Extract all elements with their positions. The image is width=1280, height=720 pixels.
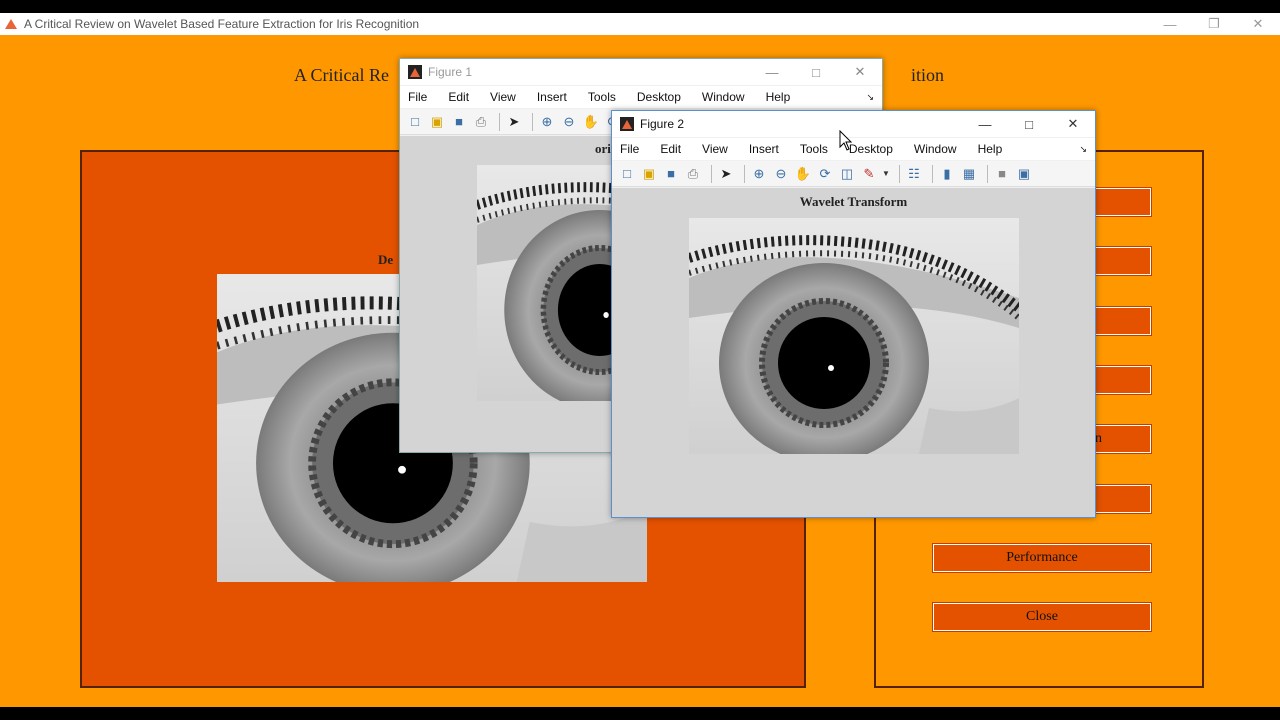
menu-view[interactable]: View [702, 142, 728, 156]
menu-file[interactable]: File [408, 90, 427, 104]
menu-desktop[interactable]: Desktop [849, 142, 893, 156]
save-icon[interactable]: ■ [662, 165, 680, 183]
toolbar-separator [499, 112, 500, 131]
figure-2-canvas: Wavelet Transform [612, 188, 1095, 517]
menu-edit[interactable]: Edit [660, 142, 681, 156]
menu-window[interactable]: Window [914, 142, 957, 156]
figure-2-menubar: File Edit View Insert Tools Desktop Wind… [612, 138, 1095, 160]
toolbar-separator [532, 112, 533, 131]
performance-button[interactable]: Performance [933, 544, 1151, 572]
save-icon[interactable]: ■ [450, 113, 468, 131]
menu-tools[interactable]: Tools [588, 90, 616, 104]
matlab-figure-icon [620, 117, 634, 131]
data-cursor-icon[interactable]: ◫ [838, 165, 856, 183]
brush-dropdown-icon[interactable]: ▼ [882, 165, 890, 183]
maximize-icon[interactable]: □ [794, 59, 838, 85]
open-file-icon[interactable]: ▣ [640, 165, 658, 183]
menu-window[interactable]: Window [702, 90, 745, 104]
rotate-icon[interactable]: ⟳ [816, 165, 834, 183]
pan-icon[interactable]: ✋ [794, 165, 812, 183]
legend-icon[interactable]: ▦ [960, 165, 978, 183]
figure-1-title-bar[interactable]: Figure 1 — □ ✕ [400, 59, 882, 85]
dock-arrow-icon[interactable]: ↘ [866, 92, 874, 103]
matlab-figure-icon [408, 65, 422, 79]
close-button[interactable]: Close [933, 603, 1151, 631]
brush-icon[interactable]: ✎ [860, 165, 878, 183]
close-icon[interactable]: ✕ [1236, 13, 1280, 35]
matlab-app-icon [5, 19, 17, 29]
minimize-icon[interactable]: — [963, 111, 1007, 137]
maximize-icon[interactable]: □ [1007, 111, 1051, 137]
link-plot-icon[interactable]: ☷ [905, 165, 923, 183]
menu-insert[interactable]: Insert [537, 90, 567, 104]
figure-1-axes-title: ori [595, 141, 611, 156]
menu-edit[interactable]: Edit [448, 90, 469, 104]
main-window-title: A Critical Review on Wavelet Based Featu… [24, 17, 420, 31]
main-title-bar: A Critical Review on Wavelet Based Featu… [0, 13, 1280, 35]
hide-plot-tools-icon[interactable]: ■ [993, 165, 1011, 183]
iris-image-wavelet-transform [689, 218, 1019, 454]
figure-2-title-bar[interactable]: Figure 2 — □ ✕ [612, 111, 1095, 137]
toolbar-separator [711, 164, 712, 183]
toolbar-separator [744, 164, 745, 183]
menu-view[interactable]: View [490, 90, 516, 104]
restore-icon[interactable]: ❐ [1192, 13, 1236, 35]
pointer-icon[interactable]: ➤ [505, 113, 523, 131]
heading-left-part: A Critical Re [294, 65, 389, 85]
zoom-out-icon[interactable]: ⊖ [772, 165, 790, 183]
new-figure-icon[interactable]: □ [406, 113, 424, 131]
mouse-cursor-icon [839, 130, 853, 151]
toolbar-separator [987, 164, 988, 183]
dock-arrow-icon[interactable]: ↘ [1079, 144, 1087, 155]
figure-1-menubar: File Edit View Insert Tools Desktop Wind… [400, 86, 882, 108]
menu-tools[interactable]: Tools [800, 142, 828, 156]
minimize-icon[interactable]: — [750, 59, 794, 85]
figure-2-window[interactable]: Figure 2 — □ ✕ File Edit View Insert Too… [611, 110, 1096, 518]
menu-file[interactable]: File [620, 142, 639, 156]
zoom-in-icon[interactable]: ⊕ [750, 165, 768, 183]
colorbar-icon[interactable]: ▮ [938, 165, 956, 183]
figure-2-title: Figure 2 [640, 117, 685, 131]
zoom-in-icon[interactable]: ⊕ [538, 113, 556, 131]
menu-desktop[interactable]: Desktop [637, 90, 681, 104]
print-icon[interactable]: ⎙ [472, 113, 490, 131]
close-icon[interactable]: ✕ [838, 59, 882, 85]
show-plot-tools-icon[interactable]: ▣ [1015, 165, 1033, 183]
figure-2-toolbar: □ ▣ ■ ⎙ ➤ ⊕ ⊖ ✋ ⟳ ◫ ✎ ▼ ☷ ▮ ▦ ■ ▣ [612, 161, 1095, 187]
minimize-icon[interactable]: — [1148, 13, 1192, 35]
image-panel-label: De [378, 252, 394, 267]
zoom-out-icon[interactable]: ⊖ [560, 113, 578, 131]
heading-right-part: ition [910, 65, 944, 85]
menu-help[interactable]: Help [766, 90, 791, 104]
print-icon[interactable]: ⎙ [684, 165, 702, 183]
close-icon[interactable]: ✕ [1051, 111, 1095, 137]
pointer-icon[interactable]: ➤ [717, 165, 735, 183]
menu-help[interactable]: Help [978, 142, 1003, 156]
new-figure-icon[interactable]: □ [618, 165, 636, 183]
pan-icon[interactable]: ✋ [582, 113, 600, 131]
figure-1-title: Figure 1 [428, 65, 473, 79]
toolbar-separator [932, 164, 933, 183]
menu-insert[interactable]: Insert [749, 142, 779, 156]
open-file-icon[interactable]: ▣ [428, 113, 446, 131]
toolbar-separator [899, 164, 900, 183]
figure-2-axes-title: Wavelet Transform [799, 194, 908, 209]
